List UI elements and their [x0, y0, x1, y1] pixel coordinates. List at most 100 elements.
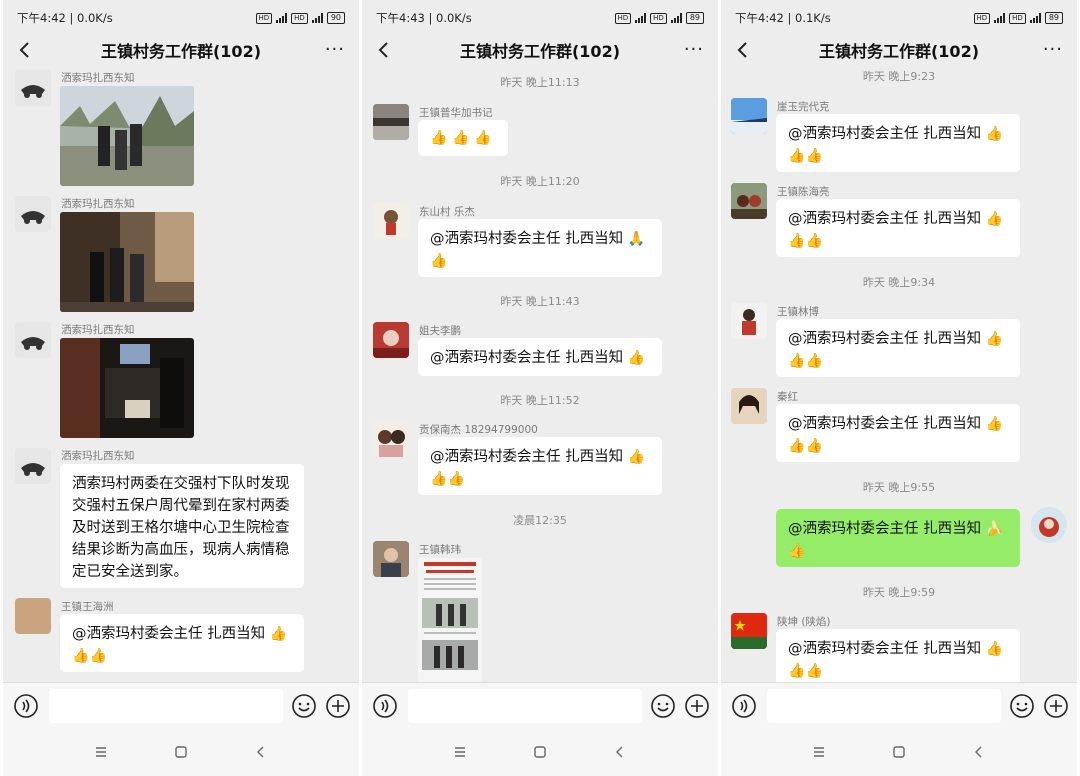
more-options-icon[interactable]: ··· — [684, 39, 704, 60]
emoji-icon[interactable] — [291, 693, 317, 719]
text-message[interactable]: @洒索玛村委会主任 扎西当知 👍 — [418, 338, 662, 376]
message-input[interactable] — [408, 689, 642, 723]
back-arrow-icon[interactable] — [15, 40, 35, 60]
timestamp: 昨天 晚上11:43 — [500, 295, 580, 308]
text-message[interactable]: 洒索玛村两委在交强村下队时发现交强村五保户周代晕到在家村两委及时送到王格尔塘中心… — [60, 464, 304, 588]
more-options-icon[interactable]: ··· — [325, 39, 345, 60]
sender-name: 洒索玛扎西东知 — [61, 450, 135, 462]
thumbs-up-icon: 👍 — [269, 626, 288, 642]
plus-icon[interactable] — [1043, 693, 1069, 719]
voice-icon[interactable] — [372, 693, 398, 719]
message-text: @洒索玛村委会主任 扎西当知 — [430, 350, 624, 366]
thumbs-up-icon: 👍 — [805, 148, 823, 164]
signal-icon — [994, 13, 1006, 23]
menu-icon[interactable] — [809, 742, 829, 762]
back-icon[interactable] — [251, 742, 271, 762]
home-icon[interactable] — [889, 742, 909, 762]
text-message[interactable]: @洒索玛村委会主任 扎西当知 🙏 👍 — [418, 219, 662, 277]
thumbs-up-icon: 👍 — [788, 543, 806, 559]
emoji-icon[interactable] — [650, 693, 676, 719]
plus-icon[interactable] — [684, 693, 710, 719]
avatar[interactable] — [373, 322, 409, 358]
message-input[interactable] — [767, 689, 1001, 723]
message-text: @洒索玛村委会主任 扎西当知 — [430, 449, 624, 465]
avatar[interactable] — [373, 203, 409, 239]
text-message[interactable]: 👍 👍 👍 — [418, 120, 508, 156]
plus-icon[interactable] — [325, 693, 351, 719]
text-message[interactable]: @洒索玛村委会主任 扎西当知 👍 👍👍 — [776, 319, 1020, 377]
thumbs-up-icon: 👍 — [474, 130, 492, 146]
logo-icon — [15, 70, 51, 106]
system-nav-bar — [721, 728, 1077, 776]
status-icons: HD HD 89 — [973, 12, 1063, 24]
message-input[interactable] — [49, 689, 283, 723]
image-message[interactable] — [60, 212, 194, 312]
back-arrow-icon[interactable] — [733, 40, 753, 60]
avatar[interactable] — [373, 541, 409, 577]
battery-icon: 90 — [326, 12, 345, 24]
avatar[interactable] — [15, 322, 51, 358]
message-list[interactable]: 昨天 晚上9:23 崖玉完代克 @洒索玛村委会主任 扎西当知 👍 👍👍 王镇陈海… — [721, 64, 1077, 682]
home-icon[interactable] — [530, 742, 550, 762]
menu-icon[interactable] — [91, 742, 111, 762]
voice-icon[interactable] — [731, 693, 757, 719]
more-options-icon[interactable]: ··· — [1043, 39, 1063, 60]
back-icon[interactable] — [610, 742, 630, 762]
thumbs-up-icon: 👍 — [805, 663, 823, 679]
back-arrow-icon[interactable] — [374, 40, 394, 60]
input-bar — [3, 682, 359, 729]
status-bar: 下午4:42 | 0.0K/s HD HD 90 — [3, 0, 359, 36]
message-list[interactable]: 昨天 晚上11:13 王镇普华加书记 👍 👍 👍 昨天 晚上11:20 东山村 … — [362, 64, 718, 682]
emoji-icon[interactable] — [1009, 693, 1035, 719]
home-icon[interactable] — [171, 742, 191, 762]
avatar[interactable] — [731, 613, 767, 649]
text-message[interactable]: @洒索玛村委会主任 扎西当知 👍 👍👍 — [776, 114, 1020, 172]
menu-icon[interactable] — [450, 742, 470, 762]
thumbs-up-icon: 👍 — [805, 353, 823, 369]
message-text: @洒索玛村委会主任 扎西当知 — [72, 626, 266, 642]
image-message[interactable] — [418, 558, 482, 682]
avatar[interactable] — [15, 598, 51, 634]
avatar[interactable] — [731, 183, 767, 219]
system-nav-bar — [3, 728, 359, 776]
avatar[interactable] — [15, 448, 51, 484]
avatar[interactable] — [731, 303, 767, 339]
sender-name: 姐夫李鹏 — [419, 325, 461, 337]
avatar[interactable] — [373, 421, 409, 457]
voice-icon[interactable] — [13, 693, 39, 719]
avatar[interactable] — [373, 104, 409, 140]
avatar[interactable] — [1031, 507, 1067, 543]
thumbs-up-icon: 👍 — [985, 331, 1004, 347]
chat-screen-3: 下午4:42 | 0.1K/s HD HD 89 王镇村务工作群(102) ··… — [721, 0, 1077, 776]
image-message[interactable] — [60, 86, 194, 186]
thumbs-up-icon: 👍 — [788, 663, 806, 679]
avatar[interactable] — [731, 388, 767, 424]
battery-icon: 89 — [1044, 12, 1063, 24]
text-message[interactable]: @洒索玛村委会主任 扎西当知 👍 👍👍 — [776, 404, 1020, 462]
message-list[interactable]: 洒索玛扎西东知 洒索玛扎西东知 洒索玛扎西东知 洒索玛扎西东知 洒索玛村两委在交… — [3, 64, 359, 682]
group-title: 王镇村务工作群(102) — [100, 42, 262, 61]
signal-icon — [635, 13, 647, 23]
avatar[interactable] — [15, 70, 51, 106]
own-text-message[interactable]: @洒索玛村委会主任 扎西当知 🍌 👍 — [776, 509, 1020, 567]
avatar[interactable] — [731, 98, 767, 134]
timestamp: 昨天 晚上9:59 — [862, 586, 936, 599]
timestamp: 昨天 晚上11:52 — [500, 394, 580, 407]
sender-name: 东山村 乐杰 — [419, 206, 475, 218]
sender-name: 王镇普华加书记 — [419, 107, 493, 119]
text-message[interactable]: @洒索玛村委会主任 扎西当知 👍 👍👍 — [418, 437, 662, 495]
text-message[interactable]: @洒索玛村委会主任 扎西当知 👍 👍👍 — [60, 614, 304, 672]
back-icon[interactable] — [969, 742, 989, 762]
message-text: @洒索玛村委会主任 扎西当知 — [788, 416, 982, 432]
thumbs-up-icon: 👍 — [788, 353, 806, 369]
signal-icon — [1029, 13, 1041, 23]
image-message[interactable] — [60, 338, 194, 438]
thumbs-up-icon: 👍 — [89, 648, 107, 664]
thumbs-up-icon: 👍 — [985, 126, 1004, 142]
avatar[interactable] — [15, 196, 51, 232]
text-message[interactable]: @洒索玛村委会主任 扎西当知 👍 👍👍 — [776, 199, 1020, 257]
thumbs-up-icon: 👍 — [805, 438, 823, 454]
sender-name: 王镇林博 — [777, 306, 819, 318]
text-message[interactable]: @洒索玛村委会主任 扎西当知 👍 👍👍 — [776, 629, 1020, 682]
logo-icon — [15, 448, 51, 484]
